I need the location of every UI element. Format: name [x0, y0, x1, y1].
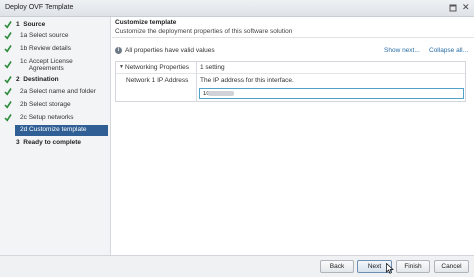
page-subtitle: Customize the deployment properties of t…	[115, 28, 293, 35]
info-icon: i	[115, 47, 122, 54]
step-select-source[interactable]: 1a Select source	[0, 31, 111, 42]
step-number: 2b	[20, 101, 28, 108]
step-number: 1b	[20, 45, 28, 52]
step-select-storage[interactable]: 2b Select storage	[0, 100, 111, 111]
step-label: Destination	[23, 76, 59, 83]
properties-table: ▼ Networking Properties 1 setting Networ…	[115, 61, 466, 102]
cancel-button[interactable]: Cancel	[434, 260, 469, 273]
step-destination[interactable]: 2 Destination	[0, 75, 111, 86]
check-icon	[4, 32, 12, 40]
wizard-steps-sidebar: 1 Source 1a Select source 1b Review deta…	[0, 17, 111, 255]
step-label: Select source	[29, 32, 69, 39]
step-review-details[interactable]: 1b Review details	[0, 44, 111, 55]
ip-address-input[interactable]	[199, 88, 464, 99]
property-group-count: 1 setting	[200, 64, 225, 71]
step-label: Review details	[29, 45, 71, 52]
property-description: The IP address for this interface.	[200, 77, 294, 84]
check-icon	[4, 45, 12, 53]
property-row-ip-address: Network 1 IP Address The IP address for …	[116, 74, 465, 101]
step-label: Accept License	[28, 58, 73, 65]
finish-button[interactable]: Finish	[396, 260, 430, 273]
window-titlebar: Deploy OVF Template ✕	[0, 0, 474, 17]
check-icon	[4, 101, 12, 109]
collapse-all-link[interactable]: Collapse all...	[429, 47, 468, 54]
step-ready-to-complete[interactable]: 3 Ready to complete	[0, 138, 111, 149]
step-number: 1	[16, 21, 20, 28]
step-number: 3	[16, 139, 20, 146]
step-accept-license[interactable]: 1c Accept License Agreements	[0, 57, 111, 73]
step-label: Source	[23, 21, 46, 28]
check-icon	[4, 21, 12, 29]
collapse-arrow-icon[interactable]: ▼	[119, 64, 124, 70]
step-label: Setup networks	[28, 114, 74, 121]
show-next-link[interactable]: Show next...	[384, 47, 420, 54]
check-icon	[4, 61, 12, 69]
property-name: Network 1 IP Address	[126, 77, 189, 84]
step-select-name-folder[interactable]: 2a Select name and folder	[0, 87, 111, 98]
close-icon[interactable]: ✕	[462, 2, 470, 12]
restore-icon[interactable]	[449, 3, 458, 12]
page-title: Customize template	[115, 19, 177, 26]
back-button[interactable]: Back	[320, 260, 354, 273]
property-group-name: Networking Properties	[125, 64, 189, 71]
mouse-pointer-icon	[386, 263, 394, 274]
step-number: 2d	[20, 126, 28, 133]
step-number: 1a	[20, 32, 28, 39]
window-title: Deploy OVF Template	[5, 4, 74, 11]
step-number: 1c	[20, 58, 27, 65]
step-customize-template[interactable]: 2d Customize template	[15, 125, 108, 136]
step-number: 2	[16, 76, 20, 83]
step-label: Select name and folder	[29, 88, 96, 95]
step-number: 2a	[20, 88, 28, 95]
step-label: Select storage	[29, 101, 71, 108]
main-header: Customize template Customize the deploym…	[112, 17, 474, 38]
step-label: Ready to complete	[23, 139, 82, 146]
validation-message: All properties have valid values	[125, 47, 215, 54]
redacted-ip-mask	[208, 91, 234, 96]
main-panel: Customize template Customize the deploym…	[112, 17, 474, 255]
step-label-line2: Agreements	[28, 65, 64, 72]
step-label: Customize template	[29, 126, 87, 133]
property-group-networking[interactable]: ▼ Networking Properties 1 setting	[116, 62, 465, 74]
check-icon	[4, 88, 12, 96]
validation-row: i All properties have valid values Show …	[112, 46, 474, 58]
check-icon	[4, 114, 12, 122]
step-setup-networks[interactable]: 2c Setup networks	[0, 113, 111, 124]
step-source[interactable]: 1 Source	[0, 20, 111, 31]
check-icon	[4, 76, 12, 84]
wizard-footer: Back Next Finish Cancel	[0, 255, 474, 277]
step-number: 2c	[20, 114, 27, 121]
